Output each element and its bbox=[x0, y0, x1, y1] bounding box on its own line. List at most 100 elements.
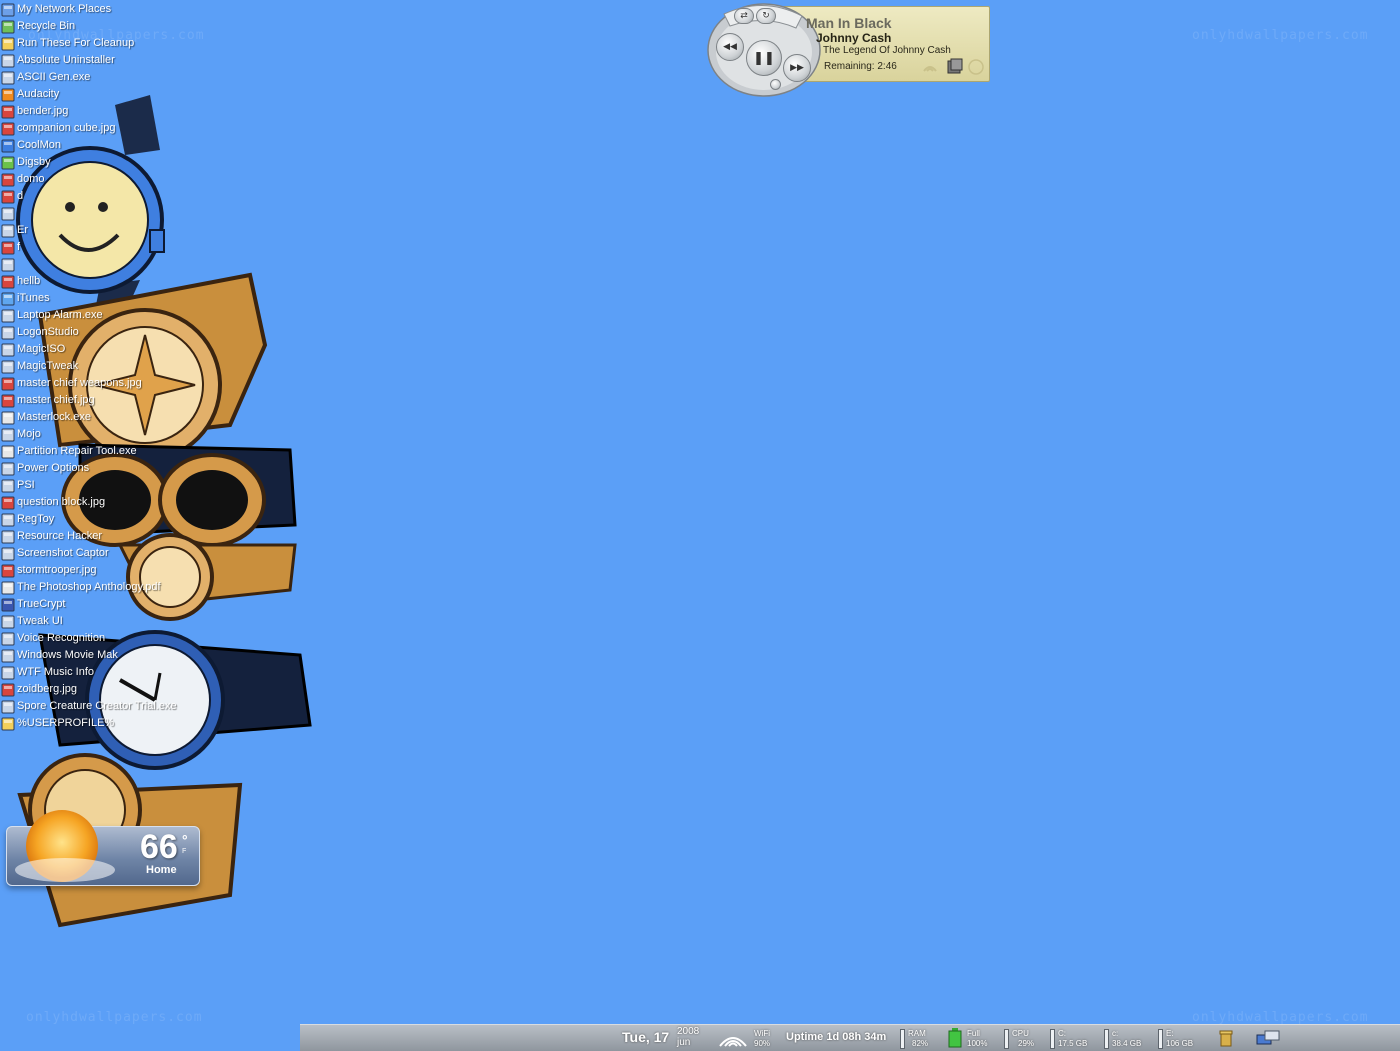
desktop-icon[interactable]: Masterlock.exe bbox=[0, 408, 91, 425]
weather-widget: 66 ° F Home bbox=[6, 810, 202, 890]
signal-icon bbox=[923, 66, 937, 72]
folder-icon bbox=[1, 36, 15, 50]
desktop-icon[interactable]: MagicISO bbox=[0, 340, 65, 357]
desktop-icon[interactable]: master chief.jpg bbox=[0, 391, 95, 408]
watermark-top-right: onlyhdwallpapers.com bbox=[1192, 28, 1369, 43]
battery-label: Full bbox=[967, 1029, 980, 1038]
repeat-button[interactable]: ↻ bbox=[756, 8, 776, 24]
desktop-icon[interactable]: ASCII Gen.exe bbox=[0, 68, 90, 85]
play-pause-button[interactable]: ❚❚ bbox=[746, 40, 782, 76]
desktop-icon[interactable]: The Photoshop Anthology.pdf bbox=[0, 578, 161, 595]
desktop-icon-label: Er bbox=[17, 223, 28, 236]
desktop-icon-label: ASCII Gen.exe bbox=[17, 70, 91, 83]
desktop-icon-label: Spore Creature Creator Trial.exe bbox=[17, 699, 177, 712]
desktop-icon[interactable]: Audacity bbox=[0, 85, 59, 102]
desktop-icon[interactable]: Resource Hacker bbox=[0, 527, 102, 544]
uninstaller-icon bbox=[1, 53, 15, 67]
desktop-icon[interactable] bbox=[0, 255, 17, 272]
drive-e-bar bbox=[1158, 1029, 1163, 1049]
desktop-icon[interactable]: MagicTweak bbox=[0, 357, 78, 374]
music-player-widget: ⇄ ↻ ◀◀ ❚❚ ▶▶ Man In Black Johnny Cash Th… bbox=[706, 0, 990, 102]
drive-c2-bar bbox=[1104, 1029, 1109, 1049]
album-art-icon[interactable] bbox=[946, 58, 964, 76]
desktop-icon-label: MagicISO bbox=[17, 342, 66, 355]
desktop-icon[interactable]: d bbox=[0, 187, 23, 204]
desktop-icon-label: RegToy bbox=[17, 512, 55, 525]
temperature-value: 66 bbox=[140, 828, 178, 866]
desktop-icon[interactable]: Mojo bbox=[0, 425, 41, 442]
battery-value: 100% bbox=[967, 1039, 988, 1048]
desktop-icon[interactable]: My Network Places bbox=[0, 0, 111, 17]
desktop-icon[interactable]: TrueCrypt bbox=[0, 595, 66, 612]
desktop-icon[interactable]: companion cube.jpg bbox=[0, 119, 115, 136]
desktop-icon[interactable]: Voice Recognition bbox=[0, 629, 105, 646]
tweakui-icon bbox=[1, 614, 15, 628]
desktop-icon[interactable]: question block.jpg bbox=[0, 493, 105, 510]
recycle-bin-dock-icon[interactable] bbox=[1218, 1029, 1234, 1047]
magictweak-icon bbox=[1, 359, 15, 373]
movie-maker-icon bbox=[1, 648, 15, 662]
next-button[interactable]: ▶▶ bbox=[783, 54, 811, 82]
system-status-bar: Tue, 17 2008 jun WiFi 90% Uptime 1d 08h … bbox=[300, 1024, 1400, 1051]
image-file-icon bbox=[1, 682, 15, 696]
spore-icon bbox=[1, 699, 15, 713]
image-file-icon bbox=[1, 495, 15, 509]
rating-circle-icon[interactable] bbox=[968, 59, 984, 75]
desktop-icon-label: Digsby bbox=[17, 155, 51, 168]
desktop-icon[interactable]: Laptop Alarm.exe bbox=[0, 306, 103, 323]
drive-c-bar bbox=[1050, 1029, 1055, 1049]
song-title: Man In Black bbox=[806, 15, 892, 31]
desktop-icon[interactable]: WTF Music Info bbox=[0, 663, 94, 680]
desktop-icon[interactable]: iTunes bbox=[0, 289, 50, 306]
desktop-icon[interactable]: master chief weapons.jpg bbox=[0, 374, 142, 391]
desktop-icon-label: bender.jpg bbox=[17, 104, 69, 117]
desktop-icon[interactable]: zoidberg.jpg bbox=[0, 680, 77, 697]
desktop-icon[interactable]: Tweak UI bbox=[0, 612, 63, 629]
desktop-icon-label: question block.jpg bbox=[17, 495, 106, 508]
shuffle-button[interactable]: ⇄ bbox=[734, 8, 754, 24]
music-info-icon bbox=[1, 665, 15, 679]
alarm-icon bbox=[1, 308, 15, 322]
date-year: 2008 bbox=[677, 1026, 700, 1037]
desktop-icon-label: My Network Places bbox=[17, 2, 112, 15]
desktop-icon[interactable]: CoolMon bbox=[0, 136, 61, 153]
eject-dot-button[interactable] bbox=[770, 79, 781, 90]
desktop-icon[interactable]: RegToy bbox=[0, 510, 54, 527]
desktop-icon[interactable]: Power Options bbox=[0, 459, 89, 476]
desktop-icon[interactable]: Digsby bbox=[0, 153, 51, 170]
desktop-icon[interactable]: bender.jpg bbox=[0, 102, 68, 119]
previous-button[interactable]: ◀◀ bbox=[716, 33, 744, 61]
desktop-icon[interactable]: f bbox=[0, 238, 20, 255]
desktop-icon-label: Laptop Alarm.exe bbox=[17, 308, 103, 321]
desktop-icon[interactable]: Spore Creature Creator Trial.exe bbox=[0, 697, 177, 714]
desktop-icon[interactable]: LogonStudio bbox=[0, 323, 79, 340]
magiciso-icon bbox=[1, 342, 15, 356]
psi-icon bbox=[1, 478, 15, 492]
itunes-icon bbox=[1, 291, 15, 305]
desktop-icon-label: LogonStudio bbox=[17, 325, 79, 338]
desktop-icon-label: Screenshot Captor bbox=[17, 546, 109, 559]
desktop-icon[interactable]: Partition Repair Tool.exe bbox=[0, 442, 137, 459]
voice-recognition-icon bbox=[1, 631, 15, 645]
desktop-icon[interactable]: domo bbox=[0, 170, 45, 187]
desktop-icon[interactable]: PSI bbox=[0, 476, 35, 493]
image-file-icon bbox=[1, 376, 15, 390]
drive-c-label: C: bbox=[1058, 1029, 1066, 1038]
desktop-icon[interactable]: Recycle Bin bbox=[0, 17, 75, 34]
desktop-icon[interactable]: Run These For Cleanup bbox=[0, 34, 134, 51]
desktop-icon-label: stormtrooper.jpg bbox=[17, 563, 97, 576]
desktop-icon-label: domo bbox=[17, 172, 45, 185]
desktop-icon-label: iTunes bbox=[17, 291, 50, 304]
desktop-icon[interactable]: Absolute Uninstaller bbox=[0, 51, 115, 68]
desktop-icon[interactable]: Screenshot Captor bbox=[0, 544, 109, 561]
desktop-icon[interactable] bbox=[0, 204, 17, 221]
desktop-icon[interactable]: hellb bbox=[0, 272, 40, 289]
desktop-icon[interactable]: Windows Movie Mak bbox=[0, 646, 118, 663]
desktop-icon-label: Recycle Bin bbox=[17, 19, 76, 32]
desktop-icon[interactable]: %USERPROFILE% bbox=[0, 714, 114, 731]
desktop-icon[interactable]: Er bbox=[0, 221, 28, 238]
desktop-icon[interactable]: stormtrooper.jpg bbox=[0, 561, 96, 578]
battery-icon bbox=[948, 1028, 962, 1048]
desktop-icon-label: f bbox=[17, 240, 21, 253]
network-dock-icon[interactable] bbox=[1255, 1029, 1281, 1047]
